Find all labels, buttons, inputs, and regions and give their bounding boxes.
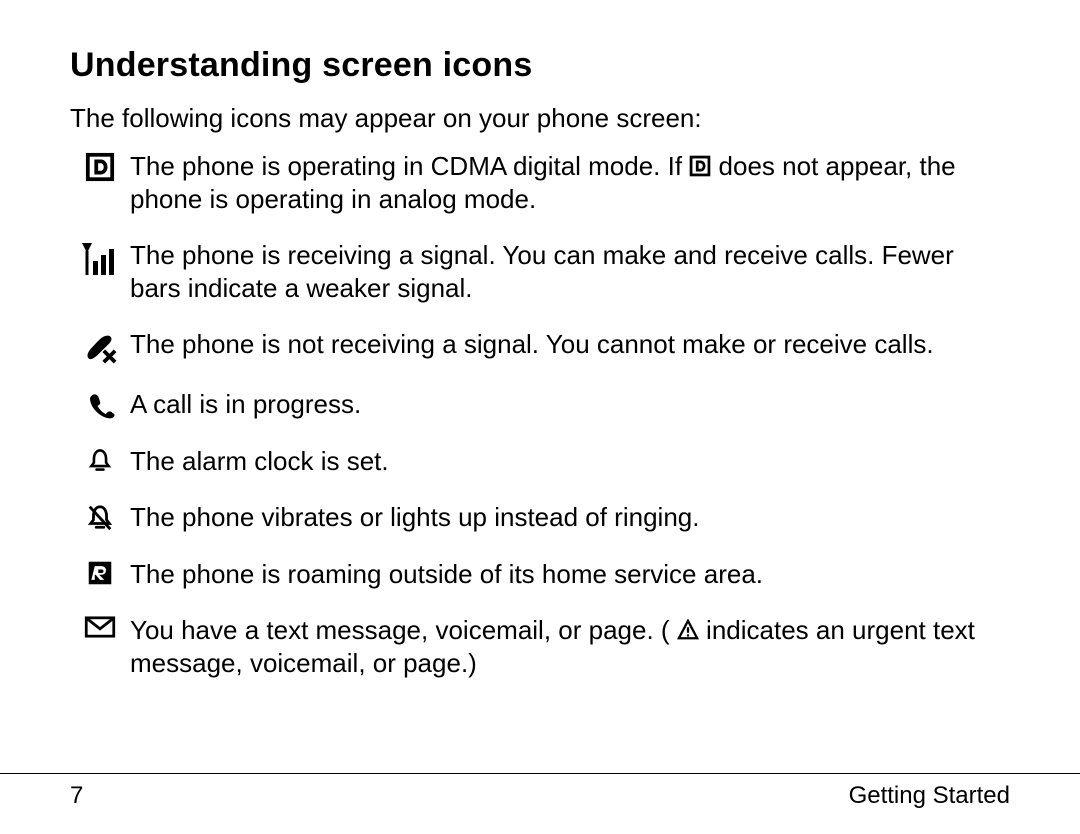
- legend-item-alarm: The alarm clock is set.: [70, 445, 1010, 478]
- section-label: Getting Started: [849, 782, 1010, 810]
- legend-text: The phone is not receiving a signal. You…: [130, 328, 1010, 361]
- roaming-icon: [70, 558, 130, 586]
- signal-icon: [70, 239, 130, 277]
- legend-item-digital-mode: The phone is operating in CDMA digital m…: [70, 150, 1010, 215]
- call-icon: [70, 388, 130, 420]
- intro-text: The following icons may appear on your p…: [70, 103, 1010, 134]
- legend-item-signal: The phone is receiving a signal. You can…: [70, 239, 1010, 304]
- legend-item-roaming: The phone is roaming outside of its home…: [70, 558, 1010, 591]
- digital-mode-icon: [70, 150, 130, 182]
- legend-text: The alarm clock is set.: [130, 445, 1010, 478]
- legend-text: The phone is operating in CDMA digital m…: [130, 150, 1010, 215]
- no-signal-icon: [70, 328, 130, 364]
- text-before: The phone is operating in CDMA digital m…: [130, 151, 689, 181]
- legend-text: You have a text message, voicemail, or p…: [130, 614, 1010, 679]
- text-before: You have a text message, voicemail, or p…: [130, 615, 670, 645]
- legend-text: A call is in progress.: [130, 388, 1010, 421]
- urgent-icon: [677, 619, 699, 641]
- legend-text: The phone is receiving a signal. You can…: [130, 239, 1010, 304]
- icon-legend-list: The phone is operating in CDMA digital m…: [70, 150, 1010, 679]
- page: Understanding screen icons The following…: [0, 0, 1080, 834]
- vibrate-icon: [70, 501, 130, 531]
- legend-text: The phone vibrates or lights up instead …: [130, 501, 1010, 534]
- legend-text: The phone is roaming outside of its home…: [130, 558, 1010, 591]
- legend-item-no-signal: The phone is not receiving a signal. You…: [70, 328, 1010, 364]
- page-title: Understanding screen icons: [70, 46, 1010, 85]
- page-footer: 7 Getting Started: [0, 773, 1080, 810]
- digital-mode-small-icon: [689, 155, 711, 177]
- legend-item-call: A call is in progress.: [70, 388, 1010, 421]
- legend-item-vibrate: The phone vibrates or lights up instead …: [70, 501, 1010, 534]
- legend-item-message: You have a text message, voicemail, or p…: [70, 614, 1010, 679]
- alarm-icon: [70, 445, 130, 473]
- message-icon: [70, 614, 130, 638]
- page-number: 7: [70, 782, 83, 810]
